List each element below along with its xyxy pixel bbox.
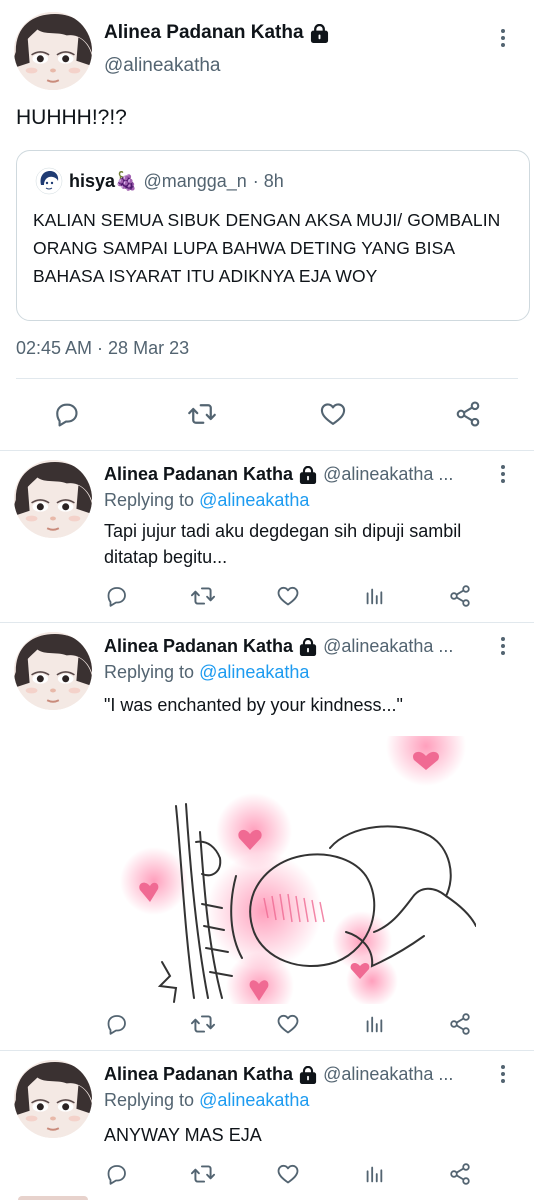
reply-icon[interactable]: [102, 1160, 130, 1188]
share-icon[interactable]: [446, 1010, 474, 1038]
heart-icon[interactable]: [274, 1160, 302, 1188]
share-icon[interactable]: [452, 398, 484, 430]
divider: [0, 622, 534, 623]
more-vertical-icon[interactable]: [493, 1062, 513, 1086]
lock-icon: [310, 24, 329, 43]
replying-to: Replying to @alineakatha: [104, 490, 309, 511]
main-tweet: Alinea Padanan Katha @alineakatha HUHHH!…: [0, 0, 534, 450]
reply-icon[interactable]: [102, 582, 130, 610]
share-icon[interactable]: [446, 582, 474, 610]
replying-prefix: Replying to: [104, 1090, 200, 1110]
lock-icon: [299, 1066, 317, 1084]
tweet-text: "I was enchanted by your kindness...": [104, 695, 403, 715]
avatar[interactable]: [14, 460, 92, 538]
avatar[interactable]: [14, 1060, 92, 1138]
more-vertical-icon[interactable]: [493, 462, 513, 486]
reply-tweet[interactable]: Alinea Padanan Katha @alineakatha ... Re…: [0, 624, 534, 1048]
quote-avatar: [35, 167, 63, 195]
media-image[interactable]: [104, 736, 476, 1004]
quote-author-name: hisya🍇: [69, 171, 138, 191]
author-handle: @alineakatha ...: [323, 636, 454, 656]
analytics-icon[interactable]: [360, 1010, 388, 1038]
author-name: Alinea Padanan Katha: [104, 1064, 294, 1084]
tweet-text: Tapi jujur tadi aku degdegan sih dipuji …: [104, 521, 462, 567]
retweet-icon[interactable]: [189, 1160, 217, 1188]
avatar[interactable]: [14, 632, 92, 710]
divider: [0, 1050, 534, 1051]
author-handle: @alineakatha ...: [323, 464, 454, 484]
retweet-icon[interactable]: [189, 582, 217, 610]
replying-to-link[interactable]: @alineakatha: [199, 490, 309, 510]
lock-icon: [299, 466, 317, 484]
next-avatar-peek: [18, 1196, 88, 1200]
author-name: Alinea Padanan Katha: [104, 636, 294, 656]
reply-tweet[interactable]: Alinea Padanan Katha @alineakatha ... Re…: [0, 1052, 534, 1200]
author-name-row: Alinea Padanan Katha @alineakatha ...: [104, 464, 453, 485]
heart-icon[interactable]: [274, 1010, 302, 1038]
reply-icon[interactable]: [102, 1010, 130, 1038]
quote-time: · 8h: [252, 171, 284, 191]
replying-to: Replying to @alineakatha: [104, 1090, 309, 1111]
avatar[interactable]: [14, 12, 92, 90]
author-name: Alinea Padanan Katha: [104, 22, 304, 43]
author-name-row[interactable]: Alinea Padanan Katha: [104, 22, 329, 44]
replying-prefix: Replying to: [104, 490, 200, 510]
more-vertical-icon[interactable]: [493, 634, 513, 658]
retweet-icon[interactable]: [189, 1010, 217, 1038]
retweet-icon[interactable]: [186, 398, 218, 430]
analytics-icon[interactable]: [360, 582, 388, 610]
lock-icon: [299, 638, 317, 656]
replying-prefix: Replying to: [104, 662, 200, 682]
replying-to: Replying to @alineakatha: [104, 662, 309, 683]
tweet-text: HUHHH!?!?: [16, 106, 127, 129]
tweet-timestamp[interactable]: 02:45 AM · 28 Mar 23: [16, 338, 189, 359]
heart-icon[interactable]: [274, 582, 302, 610]
heart-icon[interactable]: [317, 398, 349, 430]
replying-to-link[interactable]: @alineakatha: [199, 1090, 309, 1110]
divider: [16, 378, 518, 379]
author-name-row: Alinea Padanan Katha @alineakatha ...: [104, 1064, 453, 1085]
reply-tweet[interactable]: Alinea Padanan Katha @alineakatha ... Re…: [0, 452, 534, 620]
replying-to-link[interactable]: @alineakatha: [199, 662, 309, 682]
quote-author-handle: @mangga_n: [143, 171, 247, 191]
author-handle[interactable]: @alineakatha: [104, 55, 220, 77]
quote-header: hisya🍇 @mangga_n · 8h: [69, 171, 284, 192]
more-vertical-icon[interactable]: [493, 26, 513, 50]
reply-icon[interactable]: [50, 398, 82, 430]
divider: [0, 450, 534, 451]
quoted-tweet[interactable]: hisya🍇 @mangga_n · 8h KALIAN SEMUA SIBUK…: [16, 150, 530, 321]
analytics-icon[interactable]: [360, 1160, 388, 1188]
author-name: Alinea Padanan Katha: [104, 464, 294, 484]
author-name-row: Alinea Padanan Katha @alineakatha ...: [104, 636, 453, 657]
quote-text: KALIAN SEMUA SIBUK DENGAN AKSA MUJI/ GOM…: [33, 210, 501, 286]
author-handle: @alineakatha ...: [323, 1064, 454, 1084]
share-icon[interactable]: [446, 1160, 474, 1188]
tweet-text: ANYWAY MAS EJA: [104, 1125, 262, 1145]
